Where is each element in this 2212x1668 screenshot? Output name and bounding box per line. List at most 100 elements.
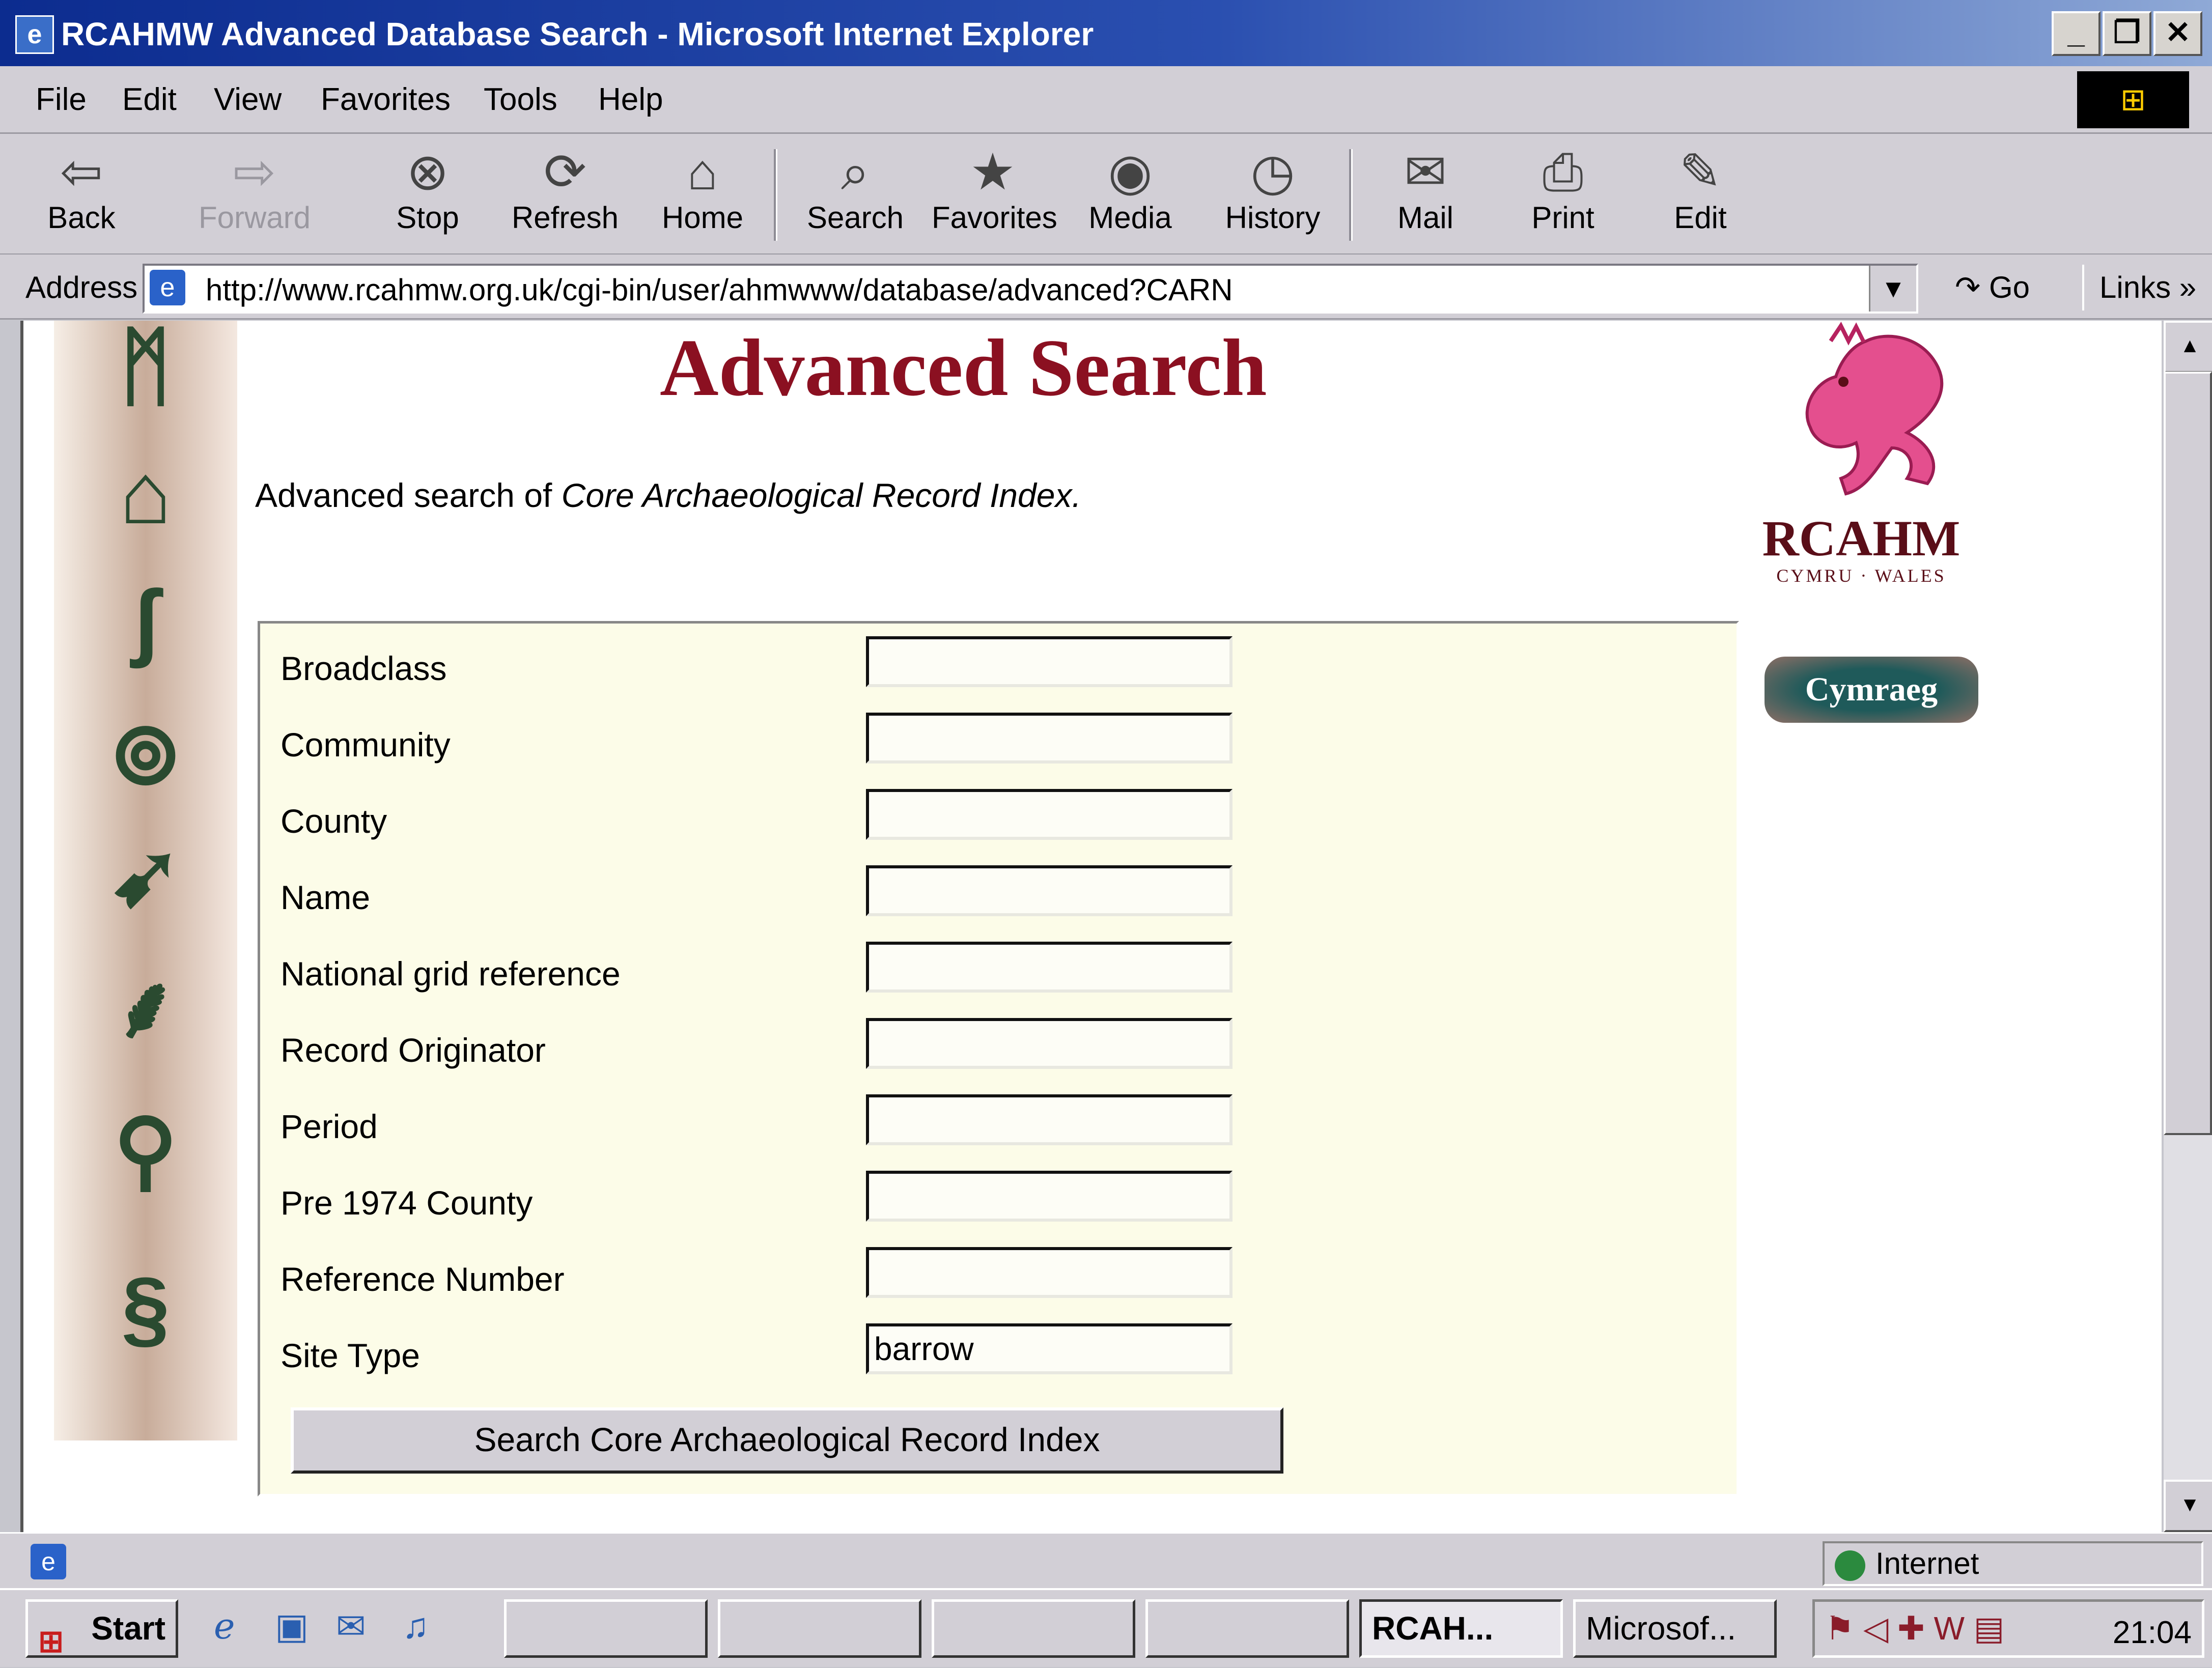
stop-icon: ⊗ (406, 144, 449, 201)
globe-icon (1835, 1550, 1865, 1581)
search-submit-button[interactable]: Search Core Archaeological Record Index (291, 1407, 1283, 1474)
glyph-icon: ʃ (131, 573, 160, 669)
grid-reference-label: National grid reference (281, 955, 621, 993)
menu-bar: File Edit View Favorites Tools Help (0, 66, 2212, 134)
refresh-button[interactable]: ⟳ Refresh (504, 144, 626, 246)
search-label: Search (806, 201, 904, 235)
page-viewport: ᛗ ⌂ ʃ ⊚ ➹ ⸙ ⚲ § Advanced Search Advanced… (20, 321, 2162, 1532)
address-label: Address (25, 270, 138, 304)
back-arrow-icon: ⇦ (60, 144, 103, 201)
media-quicklaunch-icon[interactable]: ♫ (402, 1605, 429, 1646)
refresh-icon: ⟳ (544, 144, 586, 201)
form-row-site-type: Site Type (260, 1311, 1737, 1387)
period-label: Period (281, 1108, 378, 1145)
restore-button[interactable]: ❐ (2103, 11, 2151, 56)
media-button[interactable]: ◉ Media (1069, 144, 1191, 246)
address-url[interactable]: http://www.rcahmw.org.uk/cgi-bin/user/ah… (206, 272, 1233, 307)
menu-tools[interactable]: Tools (484, 81, 557, 118)
edit-button[interactable]: ✎ Edit (1639, 144, 1761, 246)
name-label: Name (281, 879, 371, 916)
tray-icons[interactable]: ⚑ ◁ ✚ W ▤ (1825, 1609, 2004, 1648)
menu-view[interactable]: View (214, 81, 282, 118)
taskbar-button[interactable] (932, 1599, 1135, 1658)
taskbar-button-word[interactable]: Microsof... (1573, 1599, 1777, 1658)
rcahm-logo: RCAHM CYMRU · WALES (1754, 321, 1968, 586)
broadclass-label: Broadclass (281, 649, 447, 687)
window-title: RCAHMW Advanced Database Search - Micros… (61, 16, 1094, 52)
media-icon: ◉ (1108, 144, 1153, 201)
form-row-broadclass: Broadclass (260, 624, 1737, 700)
broadclass-input[interactable] (866, 636, 1233, 687)
chevron-right-icon: » (2179, 270, 2197, 304)
history-button[interactable]: ◷ History (1212, 144, 1334, 246)
form-row-record-originator: Record Originator (260, 1005, 1737, 1082)
record-originator-input[interactable] (866, 1018, 1233, 1069)
pre-1974-county-label: Pre 1974 County (281, 1184, 533, 1222)
site-type-input[interactable] (866, 1323, 1233, 1374)
favorites-button[interactable]: ★ Favorites (932, 144, 1057, 246)
favorites-icon: ★ (970, 144, 1016, 201)
forward-arrow-icon: ⇨ (233, 144, 276, 201)
close-button[interactable]: ✕ (2153, 11, 2202, 56)
back-label: Back (47, 201, 116, 235)
toolbar-separator (1349, 149, 1353, 241)
reference-number-input[interactable] (866, 1247, 1233, 1298)
links-label: Links (2099, 270, 2171, 304)
forward-button[interactable]: ⇨ Forward (193, 144, 316, 246)
menu-help[interactable]: Help (598, 81, 663, 118)
glyph-icon: ⚲ (114, 1102, 178, 1199)
links-button[interactable]: Links » (2082, 265, 2196, 310)
desktop-quicklaunch-icon[interactable]: ▣ (275, 1605, 309, 1647)
toolbar-separator (774, 149, 777, 241)
mail-button[interactable]: ✉ Mail (1364, 144, 1487, 246)
vertical-scrollbar[interactable]: ▲ ▼ (2164, 321, 2212, 1532)
scroll-up-arrow-icon[interactable]: ▲ (2164, 321, 2212, 373)
start-button[interactable]: ⊞ Start (25, 1599, 178, 1658)
window-title-bar: e RCAHMW Advanced Database Search - Micr… (0, 0, 2212, 66)
logo-text: RCAHM (1762, 510, 1961, 567)
page-subtitle: Advanced search of Core Archaeological R… (255, 476, 1081, 515)
search-button[interactable]: ⌕ Search (794, 144, 916, 246)
chevron-down-icon[interactable]: ▼ (1869, 266, 1916, 312)
back-button[interactable]: ⇦ Back (20, 144, 143, 246)
edit-icon: ✎ (1679, 144, 1722, 201)
welsh-language-button[interactable]: Cymraeg (1765, 657, 1978, 723)
taskbar-button[interactable] (504, 1599, 708, 1658)
county-label: County (281, 802, 387, 840)
form-row-community: Community (260, 700, 1737, 776)
period-input[interactable] (866, 1094, 1233, 1145)
print-button[interactable]: ⎙ Print (1502, 144, 1624, 246)
pre-1974-county-input[interactable] (866, 1171, 1233, 1222)
county-input[interactable] (866, 789, 1233, 840)
scroll-down-arrow-icon[interactable]: ▼ (2164, 1480, 2212, 1532)
site-type-label: Site Type (281, 1337, 420, 1374)
outlook-quicklaunch-icon[interactable]: ✉ (336, 1605, 366, 1647)
form-row-grid-reference: National grid reference (260, 929, 1737, 1005)
favorites-label: Favorites (932, 201, 1057, 235)
go-label: Go (1989, 270, 2030, 304)
menu-favorites[interactable]: Favorites (321, 81, 451, 118)
name-input[interactable] (866, 865, 1233, 916)
decorative-glyph-strip: ᛗ ⌂ ʃ ⊚ ➹ ⸙ ⚲ § (54, 321, 237, 1440)
dragon-icon (1805, 322, 1944, 496)
taskbar-button[interactable] (1145, 1599, 1349, 1658)
community-input[interactable] (866, 713, 1233, 764)
security-zone: Internet (1823, 1541, 2203, 1586)
menu-file[interactable]: File (36, 81, 87, 118)
minimize-button[interactable]: _ (2052, 11, 2101, 56)
search-icon: ⌕ (841, 144, 870, 201)
menu-edit[interactable]: Edit (122, 81, 177, 118)
scroll-thumb[interactable] (2164, 372, 2212, 1135)
community-label: Community (281, 726, 451, 764)
glyph-icon: ⸙ (113, 959, 178, 1056)
address-input[interactable]: e http://www.rcahmw.org.uk/cgi-bin/user/… (143, 264, 1918, 314)
ie-quicklaunch-icon[interactable]: ℯ (214, 1605, 235, 1647)
grid-reference-input[interactable] (866, 942, 1233, 993)
taskbar-button-rcahm[interactable]: RCAH... (1359, 1599, 1563, 1658)
stop-button[interactable]: ⊗ Stop (367, 144, 489, 246)
go-button[interactable]: ↷ Go (1955, 270, 2030, 305)
taskbar: ⊞ Start ℯ ▣ ✉ ♫ RCAH... Microsof... ⚑ ◁ … (0, 1588, 2212, 1667)
start-label: Start (91, 1610, 165, 1647)
home-button[interactable]: ⌂ Home (641, 144, 764, 246)
taskbar-button[interactable] (718, 1599, 921, 1658)
